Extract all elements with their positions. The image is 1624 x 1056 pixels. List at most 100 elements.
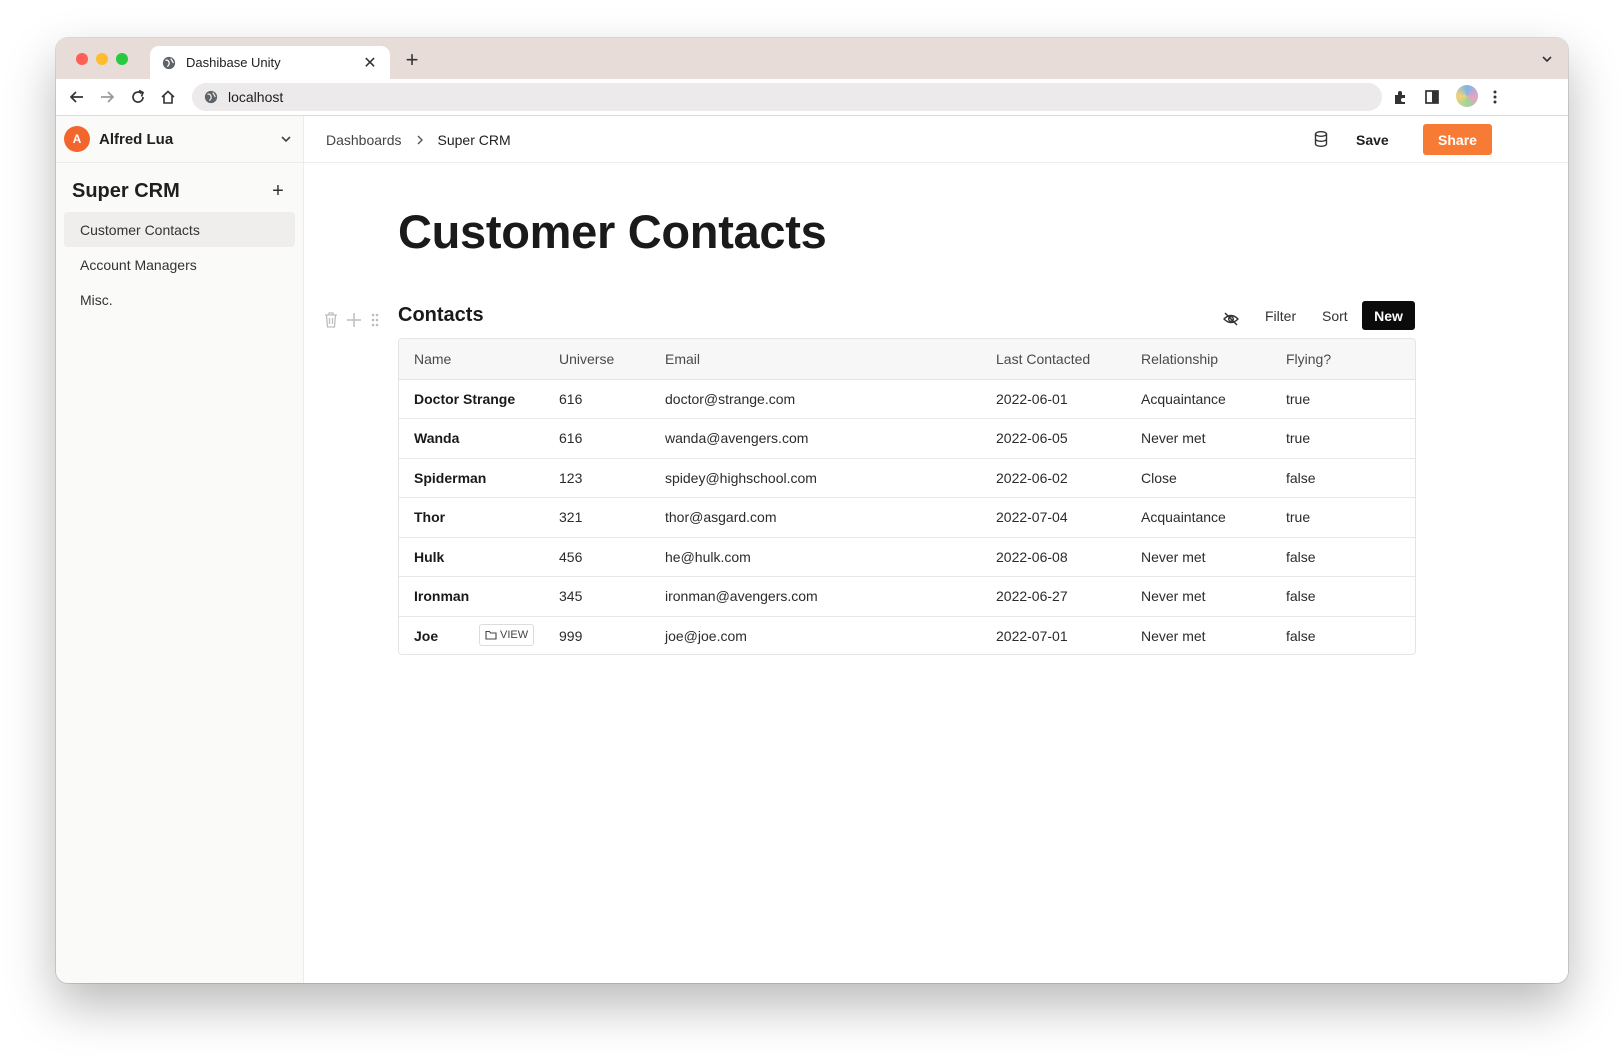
breadcrumb-dashboards[interactable]: Dashboards xyxy=(326,132,402,148)
table-header-row: Name Universe Email Last Contacted Relat… xyxy=(399,339,1415,380)
chevron-down-icon[interactable] xyxy=(1540,52,1554,66)
cell-email: doctor@strange.com xyxy=(665,390,796,407)
more-vertical-icon[interactable] xyxy=(1486,88,1504,106)
sort-button[interactable]: Sort xyxy=(1322,308,1348,324)
sidebar-item-customer-contacts[interactable]: Customer Contacts xyxy=(64,212,295,247)
cell-relationship: Acquaintance xyxy=(1126,497,1271,537)
user-switcher[interactable]: A Alfred Lua xyxy=(56,116,303,163)
user-avatar: A xyxy=(64,126,90,152)
breadcrumb: Dashboards Super CRM xyxy=(326,116,511,163)
url-text: localhost xyxy=(228,89,284,105)
cell-last-contacted: 2022-07-04 xyxy=(981,497,1126,537)
forward-arrow-icon[interactable] xyxy=(98,88,116,106)
trash-icon[interactable] xyxy=(323,311,339,329)
cell-name: Doctor Strange xyxy=(414,390,516,407)
cell-flying: true xyxy=(1271,497,1415,537)
close-tab-icon[interactable]: ✕ xyxy=(362,53,378,73)
side-panel-icon[interactable] xyxy=(1423,88,1441,106)
globe-icon xyxy=(162,56,176,69)
workspace-title: Super CRM xyxy=(72,180,180,202)
block-tools xyxy=(323,310,388,330)
cell-name: Ironman xyxy=(399,576,544,616)
cell-email: joe@joe.com xyxy=(650,615,981,654)
browser-tab[interactable]: Dashibase Unity ✕ xyxy=(150,46,390,79)
cell-name: Joe VIEW xyxy=(399,615,544,654)
sidebar-nav: Customer Contacts Account Managers Misc. xyxy=(64,212,295,317)
cell-flying: false xyxy=(1271,536,1415,577)
sidebar: A Alfred Lua Super CRM + Customer Contac… xyxy=(56,116,304,983)
cell-last-contacted: 2022-06-01 xyxy=(996,390,1068,407)
page-title: Customer Contacts xyxy=(398,205,827,258)
cell-relationship: Never met xyxy=(1126,576,1271,616)
column-header-flying[interactable]: Flying? xyxy=(1271,339,1415,380)
cell-name: Spiderman xyxy=(399,457,544,498)
view-label: VIEW xyxy=(500,628,529,641)
home-icon[interactable] xyxy=(159,88,177,106)
cell-name: Hulk xyxy=(399,536,544,577)
eye-off-icon[interactable] xyxy=(1222,310,1240,328)
view-record-button[interactable]: VIEW xyxy=(479,623,535,646)
extensions-puzzle-icon[interactable] xyxy=(1392,88,1410,106)
share-button[interactable]: Share xyxy=(1423,124,1492,155)
table-row[interactable]: Spiderman 123 spidey@highschool.com 2022… xyxy=(399,457,1415,498)
profile-avatar[interactable] xyxy=(1456,85,1478,107)
cell-last-contacted: 2022-07-01 xyxy=(981,615,1126,654)
folder-icon xyxy=(485,630,497,640)
cell-last-contacted: 2022-06-27 xyxy=(981,576,1126,616)
contacts-table: Name Universe Email Last Contacted Relat… xyxy=(398,338,1416,655)
cell-flying: true xyxy=(1271,418,1415,458)
cell-universe: 999 xyxy=(544,615,650,654)
new-record-button[interactable]: New xyxy=(1362,301,1415,330)
table-row[interactable]: Wanda 616 wanda@avengers.com 2022-06-05 … xyxy=(399,418,1415,458)
database-icon[interactable] xyxy=(1312,130,1330,148)
cell-last-contacted: 2022-06-08 xyxy=(981,536,1126,577)
column-header-universe[interactable]: Universe xyxy=(544,339,650,380)
browser-window: Dashibase Unity ✕ + localhost A Alfred L… xyxy=(56,38,1568,983)
browser-toolbar: localhost xyxy=(56,79,1568,116)
new-tab-button[interactable]: + xyxy=(402,49,422,71)
save-button[interactable]: Save xyxy=(1356,127,1389,153)
cell-universe: 345 xyxy=(544,576,650,616)
table-row[interactable]: Joe VIEW 999 joe@joe.com 2022-07-01 Neve… xyxy=(399,615,1415,654)
column-header-relationship[interactable]: Relationship xyxy=(1126,339,1271,380)
sidebar-item-misc[interactable]: Misc. xyxy=(64,282,295,317)
tab-title: Dashibase Unity xyxy=(186,55,281,70)
address-bar[interactable]: localhost xyxy=(192,83,1382,111)
cell-email: thor@asgard.com xyxy=(650,497,981,537)
sidebar-item-account-managers[interactable]: Account Managers xyxy=(64,247,295,282)
close-window-button[interactable] xyxy=(76,53,88,65)
cell-universe: 616 xyxy=(559,390,583,407)
table-row[interactable]: Ironman 345 ironman@avengers.com 2022-06… xyxy=(399,576,1415,616)
table-row[interactable]: Hulk 456 he@hulk.com 2022-06-08 Never me… xyxy=(399,536,1415,577)
zoom-window-button[interactable] xyxy=(116,53,128,65)
table-row[interactable]: Thor 321 thor@asgard.com 2022-07-04 Acqu… xyxy=(399,497,1415,537)
cell-relationship: Never met xyxy=(1126,536,1271,577)
cell-last-contacted: 2022-06-02 xyxy=(981,457,1126,498)
drag-handle-icon[interactable] xyxy=(369,311,381,329)
reload-icon[interactable] xyxy=(129,88,147,106)
cell-universe: 456 xyxy=(544,536,650,577)
column-header-email[interactable]: Email xyxy=(650,339,981,380)
back-arrow-icon[interactable] xyxy=(68,88,86,106)
cell-last-contacted: 2022-06-05 xyxy=(981,418,1126,458)
column-header-name[interactable]: Name xyxy=(399,339,544,380)
cell-flying: false xyxy=(1271,457,1415,498)
cell-relationship: Acquaintance xyxy=(1141,390,1226,407)
column-header-last-contacted[interactable]: Last Contacted xyxy=(981,339,1126,380)
cell-flying: false xyxy=(1271,576,1415,616)
table-row[interactable]: Doctor Strange 616 doctor@strange.com 20… xyxy=(399,379,1415,419)
cell-name: Wanda xyxy=(399,418,544,458)
app: A Alfred Lua Super CRM + Customer Contac… xyxy=(56,116,1568,983)
cell-email: spidey@highschool.com xyxy=(650,457,981,498)
filter-button[interactable]: Filter xyxy=(1265,308,1296,324)
add-block-icon[interactable] xyxy=(346,311,362,329)
cell-email: wanda@avengers.com xyxy=(650,418,981,458)
cell-universe: 123 xyxy=(544,457,650,498)
user-name: Alfred Lua xyxy=(99,130,174,148)
add-page-button[interactable]: + xyxy=(268,181,288,201)
chevron-down-icon[interactable] xyxy=(279,132,293,146)
site-info-icon[interactable] xyxy=(204,90,218,104)
cell-name: Thor xyxy=(399,497,544,537)
section-title: Contacts xyxy=(398,304,484,326)
minimize-window-button[interactable] xyxy=(96,53,108,65)
